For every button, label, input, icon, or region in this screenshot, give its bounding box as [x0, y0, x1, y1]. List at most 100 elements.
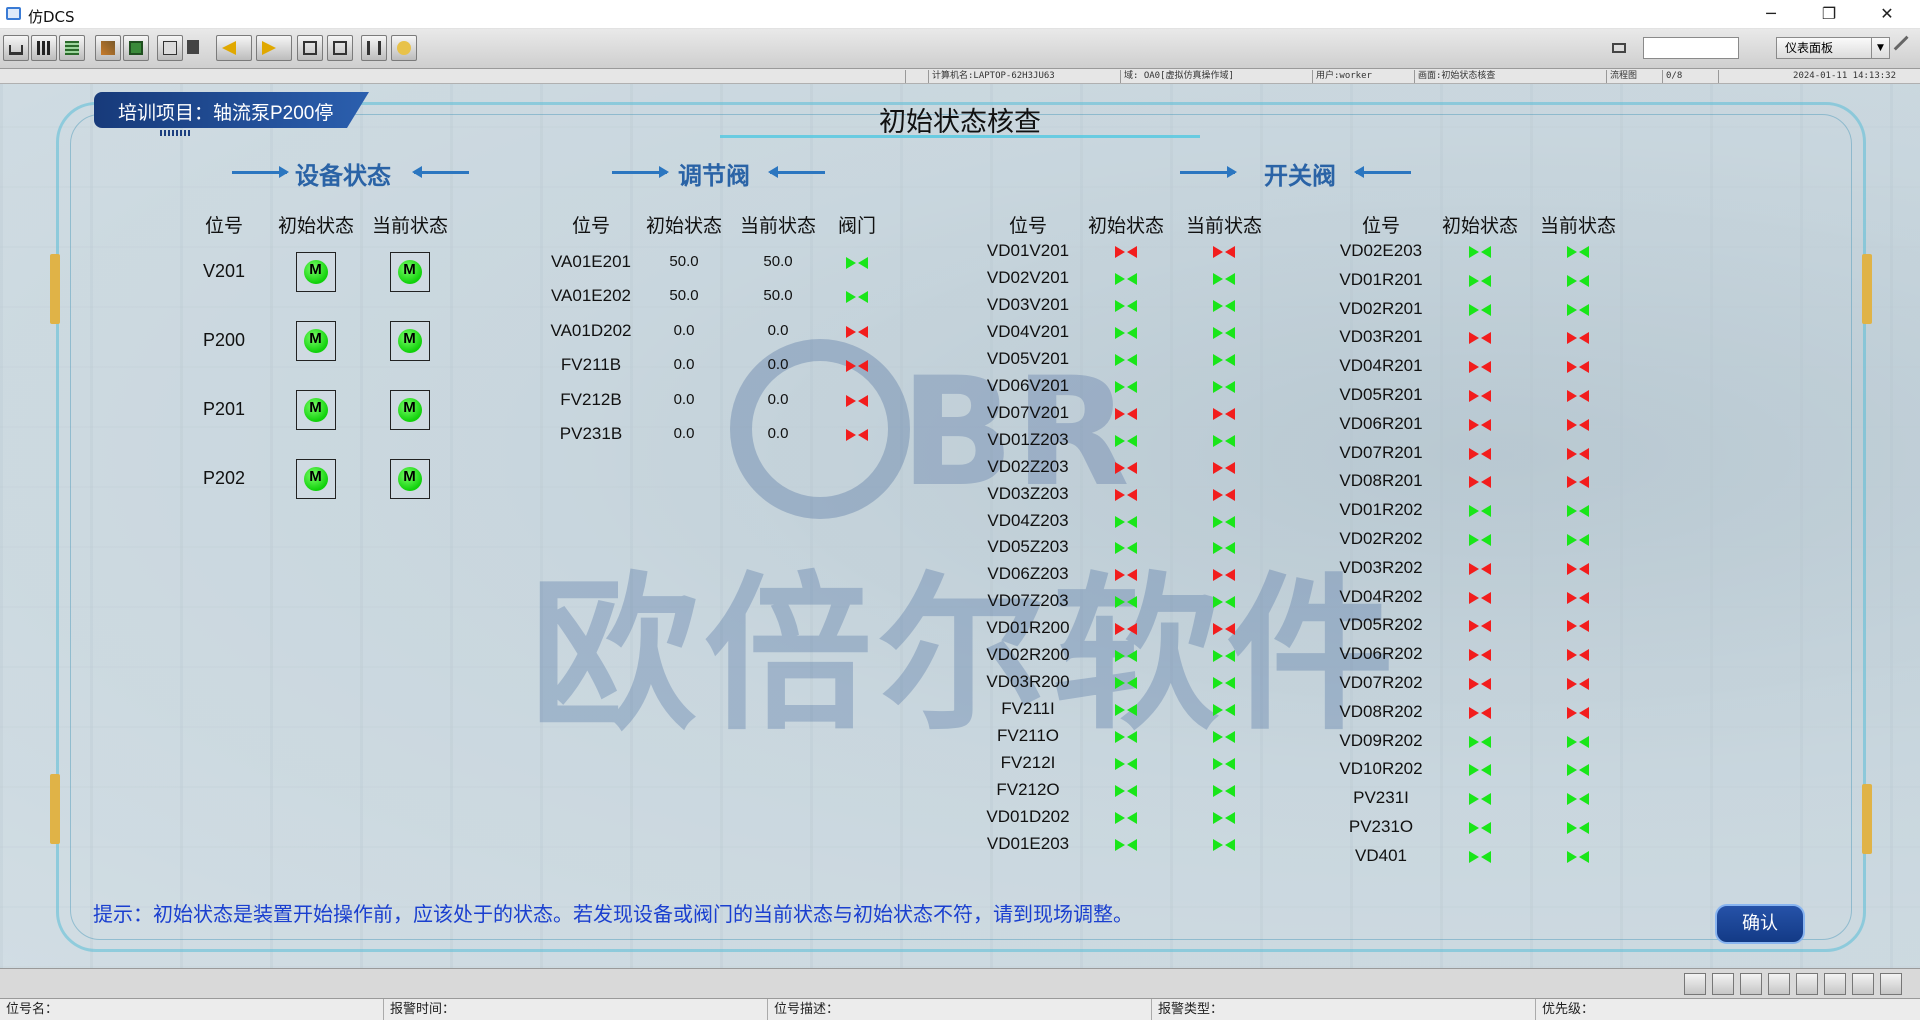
valve-icon[interactable] — [1567, 246, 1589, 258]
valve-icon[interactable] — [1469, 534, 1491, 546]
valve-icon[interactable] — [1469, 274, 1491, 287]
keyboard-icon[interactable] — [1607, 35, 1633, 61]
valve-icon[interactable] — [1567, 678, 1589, 690]
valve-icon[interactable] — [1469, 793, 1491, 806]
valve-icon[interactable] — [1469, 591, 1491, 604]
valve-icon[interactable] — [1115, 246, 1137, 258]
trend-icon[interactable] — [95, 35, 121, 61]
valve-icon[interactable] — [1213, 380, 1235, 393]
valve-icon[interactable] — [1567, 620, 1589, 633]
valve-icon[interactable] — [1469, 735, 1491, 748]
valve-icon[interactable] — [1567, 418, 1589, 431]
valve-icon[interactable] — [1115, 758, 1137, 771]
print-icon[interactable] — [185, 35, 203, 61]
grid-icon[interactable] — [31, 35, 57, 61]
valve-icon[interactable] — [1567, 505, 1589, 518]
valve-icon[interactable] — [1213, 542, 1235, 555]
valve-icon[interactable] — [846, 291, 868, 304]
motor-status-icon[interactable]: M — [296, 390, 336, 430]
valve-icon[interactable] — [1115, 677, 1137, 690]
valve-icon[interactable] — [1213, 353, 1235, 366]
valve-icon[interactable] — [1469, 476, 1491, 489]
valve-icon[interactable] — [846, 257, 868, 269]
valve-icon[interactable] — [846, 360, 868, 373]
lock-icon[interactable] — [1712, 973, 1734, 995]
valve-icon[interactable] — [1567, 822, 1589, 834]
valve-icon[interactable] — [1115, 299, 1137, 312]
valve-icon[interactable] — [1567, 476, 1589, 489]
valve-icon[interactable] — [1213, 515, 1235, 528]
valve-icon[interactable] — [846, 429, 868, 441]
valve-icon[interactable] — [1469, 850, 1491, 863]
report-icon[interactable] — [1824, 973, 1846, 995]
valve-icon[interactable] — [1469, 562, 1491, 575]
valve-icon[interactable] — [1469, 447, 1491, 460]
valve-icon[interactable] — [1213, 569, 1235, 582]
table-icon[interactable] — [1796, 973, 1818, 995]
book-icon[interactable] — [361, 35, 387, 61]
valve-icon[interactable] — [1115, 569, 1137, 582]
valve-icon[interactable] — [1213, 704, 1235, 717]
valve-icon[interactable] — [1567, 649, 1589, 662]
monitor-icon[interactable] — [1740, 973, 1762, 995]
valve-icon[interactable] — [1213, 434, 1235, 447]
page-up-icon[interactable] — [297, 35, 323, 61]
report-icon[interactable] — [157, 35, 183, 61]
list-icon[interactable] — [1768, 973, 1790, 995]
valve-icon[interactable] — [1115, 811, 1137, 824]
valve-icon[interactable] — [1469, 678, 1491, 690]
valve-icon[interactable] — [1213, 407, 1235, 420]
valve-icon[interactable] — [1115, 785, 1137, 797]
valve-icon[interactable] — [1115, 650, 1137, 663]
valve-icon[interactable] — [1567, 562, 1589, 575]
motor-status-icon[interactable]: M — [390, 459, 430, 499]
valve-icon[interactable] — [846, 394, 868, 407]
valve-icon[interactable] — [1469, 620, 1491, 633]
valve-icon[interactable] — [1567, 735, 1589, 748]
valve-icon[interactable] — [1213, 650, 1235, 663]
tag-search-input[interactable] — [1643, 37, 1739, 59]
valve-icon[interactable] — [1567, 361, 1589, 374]
exit-icon[interactable] — [1880, 973, 1902, 995]
forward-arrow-icon[interactable] — [256, 35, 292, 61]
valve-icon[interactable] — [1213, 785, 1235, 797]
valve-icon[interactable] — [1213, 811, 1235, 824]
valve-icon[interactable] — [1469, 822, 1491, 834]
maximize-button[interactable]: ❐ — [1806, 0, 1852, 29]
valve-icon[interactable] — [1567, 793, 1589, 806]
layout-icon[interactable] — [1852, 973, 1874, 995]
process-icon[interactable] — [123, 35, 149, 61]
valve-icon[interactable] — [1567, 706, 1589, 719]
close-button[interactable]: ✕ — [1864, 0, 1910, 29]
valve-icon[interactable] — [1469, 505, 1491, 518]
valve-icon[interactable] — [1567, 447, 1589, 460]
valve-icon[interactable] — [1213, 461, 1235, 474]
page-down-icon[interactable] — [327, 35, 353, 61]
home-icon[interactable] — [3, 35, 29, 61]
valve-icon[interactable] — [1469, 361, 1491, 374]
valve-icon[interactable] — [1567, 274, 1589, 287]
valve-icon[interactable] — [1213, 623, 1235, 636]
minimize-button[interactable]: ─ — [1748, 0, 1794, 29]
valve-icon[interactable] — [1115, 704, 1137, 717]
valve-icon[interactable] — [1567, 390, 1589, 402]
motor-status-icon[interactable]: M — [390, 390, 430, 430]
valve-icon[interactable] — [1469, 764, 1491, 777]
valve-icon[interactable] — [1213, 596, 1235, 609]
valve-icon[interactable] — [1567, 591, 1589, 604]
valve-icon[interactable] — [1567, 332, 1589, 345]
motor-status-icon[interactable]: M — [296, 321, 336, 361]
valve-icon[interactable] — [1567, 303, 1589, 316]
valve-icon[interactable] — [1115, 326, 1137, 339]
help-icon[interactable] — [391, 35, 417, 61]
valve-icon[interactable] — [1115, 488, 1137, 501]
motor-status-icon[interactable]: M — [296, 459, 336, 499]
valve-icon[interactable] — [1115, 515, 1137, 528]
valve-icon[interactable] — [1213, 246, 1235, 258]
valve-icon[interactable] — [1115, 380, 1137, 393]
valve-icon[interactable] — [1213, 326, 1235, 339]
valve-icon[interactable] — [1213, 272, 1235, 285]
alarm-bell-icon[interactable] — [1684, 973, 1706, 995]
valve-icon[interactable] — [1115, 731, 1137, 744]
back-arrow-icon[interactable] — [216, 35, 252, 61]
